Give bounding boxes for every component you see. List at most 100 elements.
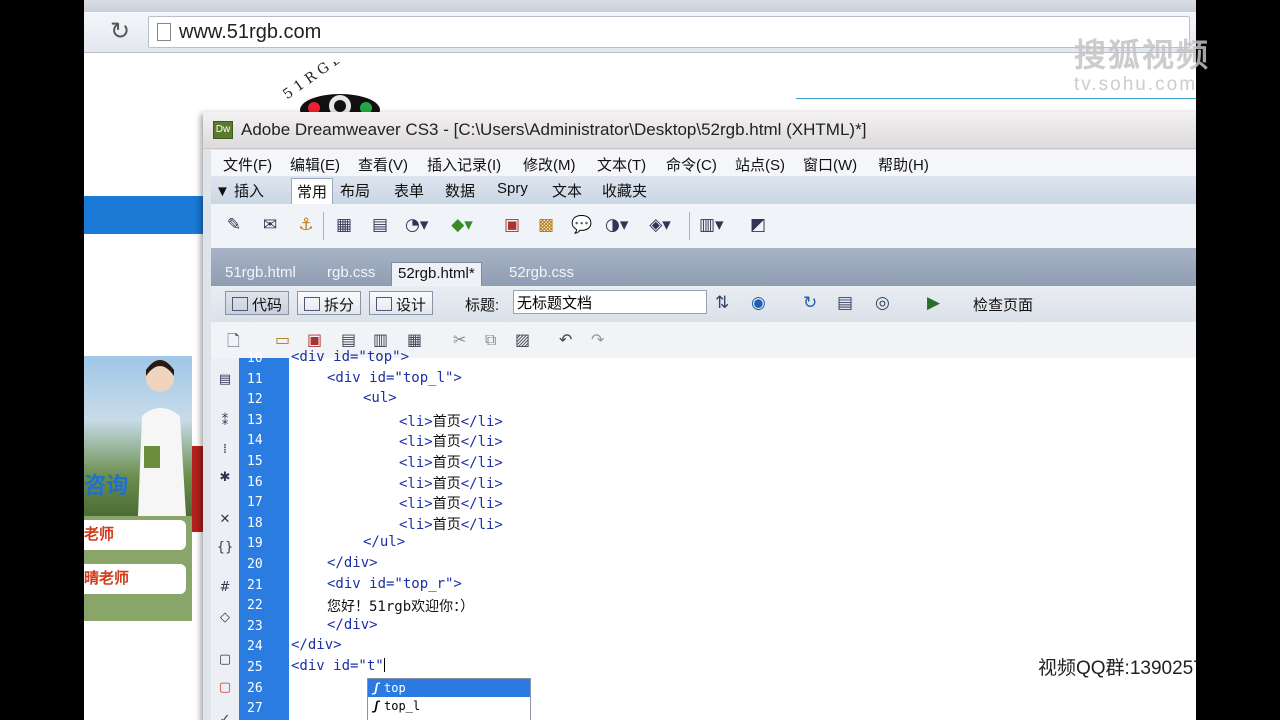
code-text: 首页 bbox=[432, 496, 461, 513]
tab-favorites[interactable]: 收藏夹 bbox=[597, 178, 652, 204]
code-line[interactable]: <li>首页</li> bbox=[399, 431, 503, 451]
table-icon[interactable]: ▦ bbox=[333, 214, 355, 236]
comment-icon[interactable]: 💬 bbox=[571, 214, 593, 236]
tag-chooser-icon[interactable]: ◩ bbox=[747, 214, 769, 236]
script-icon[interactable]: ◈▾ bbox=[649, 214, 671, 236]
menu-window[interactable]: 窗口(W) bbox=[803, 154, 857, 175]
remove-comment-icon[interactable]: ▢ bbox=[216, 680, 234, 698]
line-number: 21 bbox=[247, 577, 263, 593]
menu-site[interactable]: 站点(S) bbox=[735, 154, 785, 175]
line-numbers-icon[interactable]: # bbox=[216, 580, 234, 598]
toolbar-separator bbox=[689, 212, 690, 240]
wrap-tag-icon[interactable]: ✓ bbox=[216, 712, 234, 720]
code-line[interactable]: <li>首页</li> bbox=[399, 514, 503, 534]
open-folder-icon[interactable]: ▭ bbox=[275, 330, 290, 349]
highlight-invalid-icon[interactable]: ◇ bbox=[216, 610, 234, 628]
code-hint-item[interactable]: ʃ top bbox=[368, 679, 530, 697]
named-anchor-icon[interactable]: ⚓ bbox=[295, 214, 317, 236]
open-documents-icon[interactable]: ▤ bbox=[216, 372, 234, 390]
tab-data[interactable]: 数据 bbox=[440, 178, 480, 204]
code-close-tag: </li> bbox=[460, 496, 503, 513]
visual-aids-icon[interactable]: ◎ bbox=[875, 293, 890, 313]
print-icon[interactable]: ▦ bbox=[407, 330, 422, 349]
date-icon[interactable]: ▣ bbox=[501, 214, 523, 236]
code-line[interactable]: <li>首页</li> bbox=[399, 411, 503, 431]
menu-insert-record[interactable]: 插入记录(I) bbox=[427, 154, 501, 175]
insert-panel-toggle[interactable]: ▼ 插入 bbox=[215, 180, 264, 201]
menu-file[interactable]: 文件(F) bbox=[223, 154, 272, 175]
email-link-icon[interactable]: ✉ bbox=[259, 214, 281, 236]
collapse-tag-icon[interactable]: ⁑ bbox=[216, 414, 234, 432]
hyperlink-icon[interactable]: ✎ bbox=[223, 214, 245, 236]
code-line[interactable]: <li>首页</li> bbox=[399, 473, 503, 493]
templates-icon[interactable]: ▥▾ bbox=[699, 214, 724, 236]
select-parent-tag-icon[interactable]: ✕ bbox=[216, 512, 234, 530]
save-icon[interactable]: ▤ bbox=[341, 330, 356, 349]
menu-help[interactable]: 帮助(H) bbox=[878, 154, 929, 175]
div-tag-icon[interactable]: ▤ bbox=[369, 214, 391, 236]
address-bar[interactable]: www.51rgb.com bbox=[148, 16, 1190, 48]
paste-icon[interactable]: ▨ bbox=[515, 330, 530, 349]
code-line[interactable]: <div id="top_r"> bbox=[327, 576, 462, 592]
split-view-button[interactable]: 拆分 bbox=[297, 291, 362, 315]
window-titlebar[interactable]: Dw Adobe Dreamweaver CS3 - [C:\Users\Adm… bbox=[203, 112, 1196, 149]
code-line[interactable]: 您好！51rgb欢迎你：） bbox=[327, 596, 474, 616]
teacher-button-2[interactable]: 晴老师 bbox=[84, 564, 186, 594]
refresh-icon[interactable]: ↻ bbox=[803, 293, 817, 313]
undo-icon[interactable]: ↶ bbox=[559, 330, 572, 349]
tab-spry[interactable]: Spry bbox=[492, 178, 533, 204]
view-options-icon[interactable]: ▤ bbox=[837, 293, 853, 313]
apply-comment-icon[interactable]: ▢ bbox=[216, 652, 234, 670]
save-all-icon[interactable]: ▥ bbox=[373, 330, 388, 349]
code-hint-item[interactable]: ʃ top_l bbox=[368, 697, 530, 715]
design-view-button[interactable]: 设计 bbox=[369, 291, 434, 315]
tab-common[interactable]: 常用 bbox=[291, 178, 334, 205]
code-text: 首页 bbox=[432, 455, 461, 471]
doc-tab-52rgb-css[interactable]: 52rgb.css bbox=[503, 262, 580, 286]
code-line[interactable]: </ul> bbox=[363, 534, 405, 550]
code-text: 首页 bbox=[432, 475, 461, 492]
doc-tab-51rgb-html[interactable]: 51rgb.html bbox=[219, 262, 302, 286]
menu-commands[interactable]: 命令(C) bbox=[666, 154, 717, 175]
new-document-icon[interactable]: 🗋 bbox=[227, 330, 240, 357]
menu-edit[interactable]: 编辑(E) bbox=[290, 154, 340, 175]
copy-icon[interactable]: ⧉ bbox=[485, 330, 496, 350]
code-line[interactable]: <li>首页</li> bbox=[399, 493, 503, 513]
preview-browser-icon[interactable]: ◉ bbox=[751, 293, 766, 313]
validate-markup-icon[interactable]: ▶ bbox=[927, 293, 940, 313]
code-line[interactable]: <ul> bbox=[363, 390, 397, 406]
browse-bridge-icon[interactable]: ▣ bbox=[307, 330, 322, 349]
server-include-icon[interactable]: ▩ bbox=[535, 214, 557, 236]
code-line[interactable]: <div id="t" bbox=[291, 658, 385, 674]
code-text: 首页 bbox=[432, 434, 461, 451]
collapse-selection-icon[interactable]: ⁞ bbox=[216, 442, 234, 460]
code-line[interactable]: </div> bbox=[327, 555, 378, 571]
media-icon[interactable]: ◆▾ bbox=[451, 214, 473, 236]
redo-icon[interactable]: ↷ bbox=[591, 330, 604, 349]
expand-all-icon[interactable]: ✱ bbox=[216, 470, 234, 488]
line-number: 18 bbox=[247, 515, 263, 531]
check-page-button[interactable]: 检查页面 bbox=[973, 291, 1033, 318]
code-line[interactable]: <div id="top_l"> bbox=[327, 370, 462, 386]
teacher-button-1[interactable]: 老师 bbox=[84, 520, 186, 550]
page-title-input[interactable] bbox=[513, 290, 707, 314]
reload-icon[interactable]: ↻ bbox=[110, 18, 130, 44]
head-icon[interactable]: ◑▾ bbox=[605, 214, 628, 236]
menu-modify[interactable]: 修改(M) bbox=[523, 154, 576, 175]
tab-forms[interactable]: 表单 bbox=[389, 178, 429, 204]
code-view-button[interactable]: 代码 bbox=[225, 291, 290, 315]
balance-braces-icon[interactable]: {} bbox=[216, 540, 234, 558]
tab-layout[interactable]: 布局 bbox=[335, 178, 375, 204]
code-line[interactable]: <div id="top"> bbox=[291, 349, 409, 365]
image-icon[interactable]: ◔▾ bbox=[405, 214, 428, 236]
code-line[interactable]: <li>首页</li> bbox=[399, 452, 503, 472]
cut-icon[interactable]: ✂ bbox=[453, 330, 466, 349]
doc-tab-52rgb-html[interactable]: 52rgb.html* bbox=[391, 262, 482, 286]
doc-tab-rgb-css[interactable]: rgb.css bbox=[321, 262, 381, 286]
menu-view[interactable]: 查看(V) bbox=[358, 154, 408, 175]
code-line[interactable]: </div> bbox=[327, 617, 378, 633]
menu-text[interactable]: 文本(T) bbox=[597, 154, 646, 175]
code-line[interactable]: </div> bbox=[291, 637, 342, 653]
file-management-icon[interactable]: ⇅ bbox=[715, 293, 729, 313]
tab-text[interactable]: 文本 bbox=[547, 178, 587, 204]
